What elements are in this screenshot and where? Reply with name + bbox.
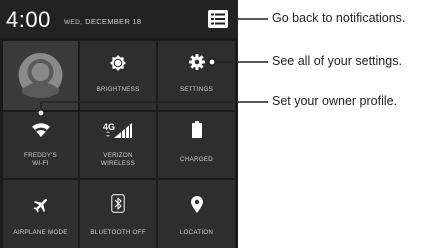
settings-callout-text: See all of your settings.	[272, 54, 402, 68]
profile-callout-dot	[36, 109, 45, 118]
notifications-callout-text: Go back to notifications.	[272, 11, 406, 25]
profile-callout-line	[40, 101, 268, 112]
settings-callout-dot	[208, 57, 217, 66]
callout-lines	[36, 18, 268, 118]
profile-callout-text: Set your owner profile.	[272, 94, 398, 108]
